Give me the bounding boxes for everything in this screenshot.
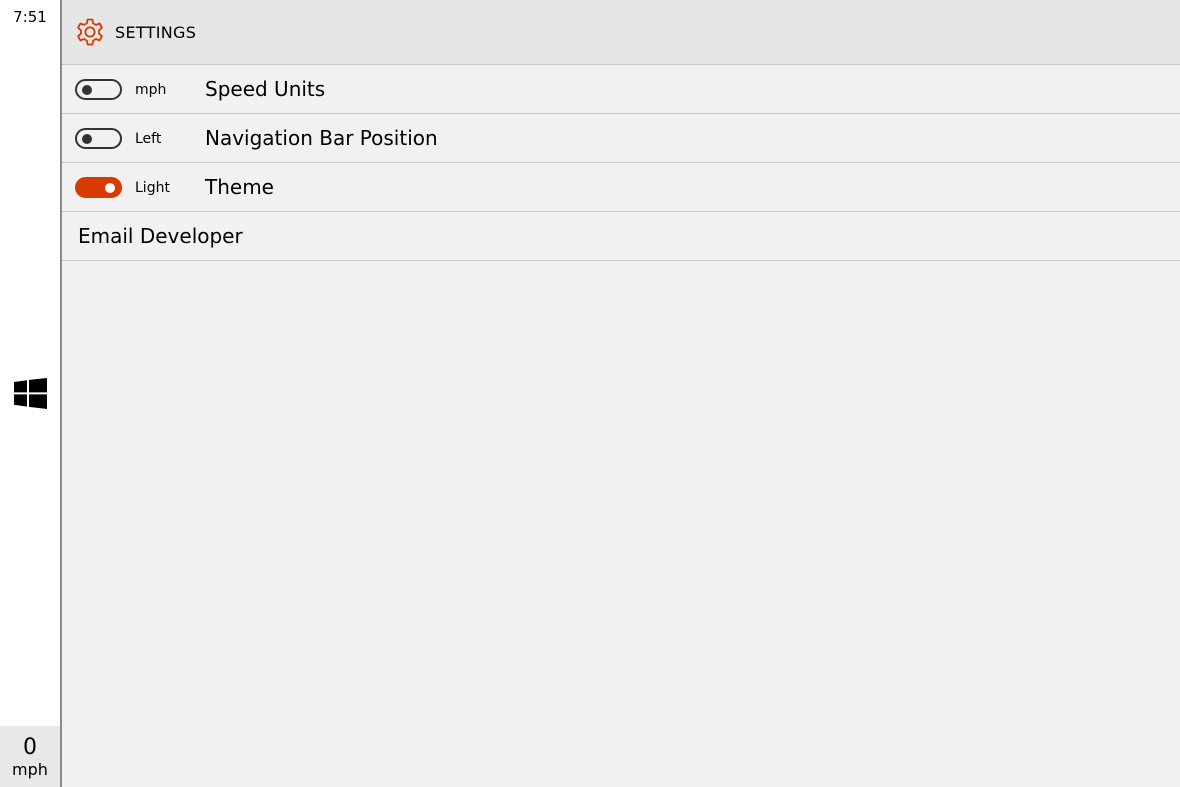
email-developer-button[interactable]: Email Developer — [62, 212, 1180, 261]
speed-value: 0 — [23, 735, 37, 760]
settings-panel: SETTINGS mph Speed Units Left Navigation… — [62, 0, 1180, 787]
navigation-bar-position-label: Navigation Bar Position — [205, 126, 438, 150]
toggle-knob — [105, 183, 115, 193]
setting-row-navigation-bar-position: Left Navigation Bar Position — [62, 114, 1180, 163]
settings-header: SETTINGS — [62, 0, 1180, 65]
speed-unit: mph — [12, 760, 48, 779]
navigation-bar-position-toggle[interactable] — [75, 128, 122, 149]
toggle-knob — [82, 85, 92, 95]
app-window: 7:51 0 mph SETTINGS mph Speed Units Left… — [0, 0, 1180, 787]
theme-toggle[interactable] — [75, 177, 122, 198]
navigation-bar: 7:51 0 mph — [0, 0, 62, 787]
navigation-bar-position-state: Left — [135, 131, 162, 147]
page-title: SETTINGS — [115, 22, 197, 42]
gear-icon — [77, 18, 103, 46]
speed-units-state: mph — [135, 82, 167, 98]
setting-row-theme: Light Theme — [62, 163, 1180, 212]
speedometer: 0 mph — [0, 726, 60, 787]
theme-state: Light — [135, 180, 170, 196]
clock: 7:51 — [13, 8, 47, 26]
windows-logo-icon[interactable] — [14, 378, 47, 409]
speed-units-toggle[interactable] — [75, 79, 122, 100]
email-developer-label: Email Developer — [78, 224, 243, 248]
speed-units-label: Speed Units — [205, 77, 326, 101]
toggle-knob — [82, 134, 92, 144]
theme-label: Theme — [205, 175, 274, 199]
setting-row-speed-units: mph Speed Units — [62, 65, 1180, 114]
